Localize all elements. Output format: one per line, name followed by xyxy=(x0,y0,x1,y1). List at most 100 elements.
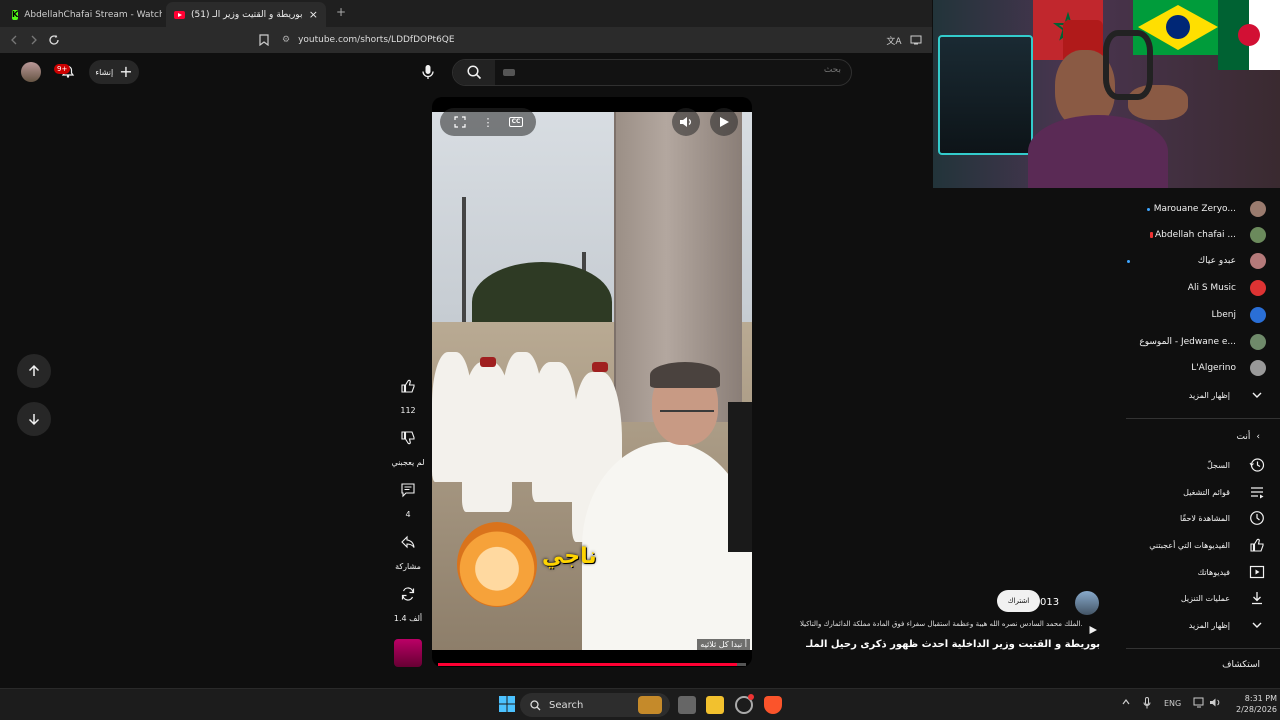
tab-youtube-short[interactable]: (51) ناصر بوريطة و القتيت وزير الـ × xyxy=(166,2,326,27)
captions-button[interactable]: CC xyxy=(508,114,524,130)
subscription-item[interactable]: L'Algerino xyxy=(1191,358,1266,378)
fullscreen-icon[interactable] xyxy=(452,114,468,130)
share-label: مشاركة xyxy=(395,562,421,571)
you-section-heading[interactable]: أنت ‹ xyxy=(1237,432,1260,442)
like-action: 112 xyxy=(394,372,422,415)
create-button[interactable]: إنشاء + xyxy=(89,60,139,84)
subscription-name: Lbenj xyxy=(1211,310,1236,320)
you-item-downloads[interactable]: عمليات التنزيل xyxy=(1181,587,1266,609)
kick-icon: K xyxy=(12,9,19,20)
lion-emoji-sticker xyxy=(457,522,537,607)
man-robe xyxy=(582,442,752,650)
network-icon[interactable] xyxy=(1193,697,1205,710)
search-button[interactable] xyxy=(453,60,495,85)
voice-search-button[interactable] xyxy=(416,60,440,84)
subscription-item[interactable]: عبدو عياك xyxy=(1126,251,1266,271)
you-item-liked-videos[interactable]: الفيديوهات التي أعجبتني xyxy=(1149,534,1266,556)
subscription-avatar xyxy=(1250,253,1266,269)
subscription-name: عبدو عياك xyxy=(1197,256,1236,266)
forward-icon[interactable] xyxy=(26,32,42,48)
remix-action: 1.4 ألف xyxy=(394,580,422,623)
dislike-label: لم يعجبني xyxy=(391,458,425,467)
show-more-you[interactable]: إظهار المزيد xyxy=(1189,614,1266,636)
subscription-item[interactable]: Abdellah chafai ... xyxy=(1150,225,1266,245)
subscribe-button[interactable]: اشتراك xyxy=(997,590,1040,612)
clock-date: 2/28/2026 xyxy=(1236,705,1278,714)
you-item-watch-later[interactable]: المشاهدة لاحقًا xyxy=(1180,507,1266,529)
remix-button[interactable] xyxy=(394,580,422,608)
close-tab-icon[interactable]: × xyxy=(309,8,318,21)
progress-bar[interactable] xyxy=(438,663,746,666)
video-title[interactable]: ناصر بوريطة و القتيت وزير الداخلية أحدث … xyxy=(806,639,1100,650)
volume-button[interactable] xyxy=(672,108,700,136)
show-more-label: إظهار المزيد xyxy=(1188,390,1230,400)
account-avatar[interactable] xyxy=(21,62,41,82)
address-bar[interactable]: ⚙ youtube.com/shorts/LDDfDOPt6QE xyxy=(282,31,872,49)
search-input[interactable] xyxy=(641,65,841,75)
share-button[interactable] xyxy=(394,528,422,556)
show-more-subscriptions[interactable]: إظهار المزيد xyxy=(1189,384,1266,406)
subscription-avatar xyxy=(1250,280,1266,296)
video-description[interactable]: الملك محمد السادس نصره الله هيبة وعظمة ا… xyxy=(800,620,1082,628)
history-icon xyxy=(1248,456,1266,474)
notification-dot xyxy=(748,694,754,700)
chevron-up-icon[interactable] xyxy=(1121,697,1131,709)
search-highlight-icon xyxy=(638,696,662,714)
volume-icon[interactable] xyxy=(1209,697,1221,710)
shorts-video-player[interactable]: ناجي أ نبدا كل ثلاثيه ⋮ CC xyxy=(432,97,752,667)
like-button[interactable] xyxy=(394,372,422,400)
previous-short-button[interactable] xyxy=(17,354,51,388)
more-options-icon[interactable]: ⋮ xyxy=(480,114,496,130)
video-caption: أ نبدا كل ثلاثيه xyxy=(697,639,750,650)
translate-icon[interactable]: 文A xyxy=(886,32,902,48)
comment-count: 4 xyxy=(405,510,411,519)
reload-icon[interactable] xyxy=(46,32,62,48)
play-button[interactable] xyxy=(710,108,738,136)
brave-browser-icon[interactable] xyxy=(764,696,782,714)
tab-kick-stream[interactable]: K AbdellahChafai Stream - Watch Live o xyxy=(4,2,162,27)
subscription-name: الموسوع - Jedwane e... xyxy=(1139,337,1236,347)
dislike-action: لم يعجبني xyxy=(391,424,425,467)
sound-channel-thumbnail[interactable] xyxy=(394,639,422,667)
comments-button[interactable] xyxy=(394,476,422,504)
subscription-avatar xyxy=(1250,201,1266,217)
search-bar[interactable] xyxy=(452,59,852,86)
subscription-avatar xyxy=(1250,360,1266,376)
player-controls: ⋮ CC xyxy=(440,108,536,136)
microphone-icon[interactable] xyxy=(1143,697,1151,711)
back-icon[interactable] xyxy=(6,32,22,48)
cc-icon: CC xyxy=(508,117,524,127)
remix-count: 1.4 ألف xyxy=(393,614,423,623)
next-short-button[interactable] xyxy=(17,402,51,436)
subscription-item[interactable]: الموسوع - Jedwane e... xyxy=(1139,332,1266,352)
keyboard-icon[interactable] xyxy=(503,69,515,76)
new-tab-button[interactable]: + xyxy=(336,5,346,19)
plus-icon: + xyxy=(119,62,133,81)
file-explorer-icon[interactable] xyxy=(706,696,724,714)
cast-icon[interactable] xyxy=(908,32,924,48)
subscription-item[interactable]: Marouane Zeryo... xyxy=(1146,199,1266,219)
channel-avatar[interactable] xyxy=(1075,591,1099,615)
subscription-avatar xyxy=(1250,334,1266,350)
you-item-history[interactable]: السجلّ xyxy=(1207,454,1266,476)
taskbar-search[interactable]: Search xyxy=(520,693,670,717)
url-text: youtube.com/shorts/LDDfDOPt6QE xyxy=(298,35,455,45)
task-view-icon[interactable] xyxy=(678,696,696,714)
dislike-button[interactable] xyxy=(394,424,422,452)
site-info-icon[interactable]: ⚙ xyxy=(282,35,290,45)
explore-heading: استكشاف xyxy=(1222,660,1260,670)
subscription-item[interactable]: Ali S Music xyxy=(1188,278,1266,298)
language-indicator[interactable]: ENG xyxy=(1164,699,1181,708)
you-item-playlists[interactable]: قوائم التشغيل xyxy=(1183,481,1266,503)
you-item-label: قوائم التشغيل xyxy=(1183,487,1230,497)
bookmark-icon[interactable] xyxy=(256,32,272,48)
system-clock[interactable]: 8:31 PM 2/28/2026 xyxy=(1236,693,1277,715)
watch-later-icon xyxy=(1248,509,1266,527)
chevron-down-icon xyxy=(1248,616,1266,634)
video-frame: ناجي أ نبدا كل ثلاثيه xyxy=(432,112,752,650)
thumbs-up-icon xyxy=(401,379,415,393)
play-icon[interactable] xyxy=(1088,620,1098,634)
windows-start-icon[interactable] xyxy=(499,696,517,714)
you-item-your-videos[interactable]: فيديوهاتك xyxy=(1198,561,1266,583)
subscription-item[interactable]: Lbenj xyxy=(1212,305,1266,325)
